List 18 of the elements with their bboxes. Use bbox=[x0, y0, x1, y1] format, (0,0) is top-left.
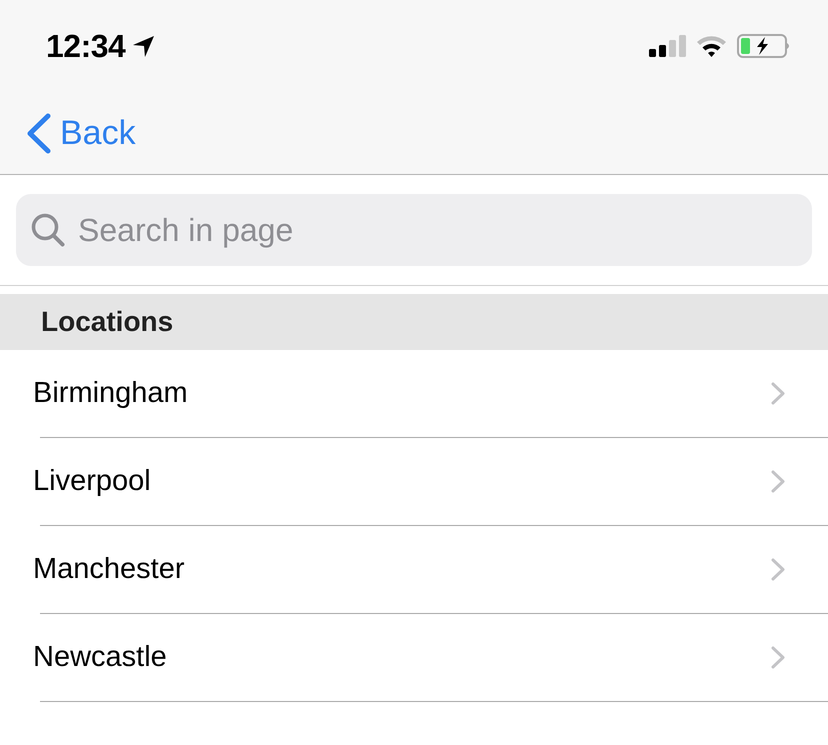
chevron-right-icon bbox=[771, 382, 785, 405]
signal-icon bbox=[649, 35, 686, 57]
status-time: 12:34 bbox=[46, 30, 126, 62]
list-item[interactable]: Manchester bbox=[0, 526, 828, 613]
chevron-right-icon bbox=[771, 470, 785, 493]
section-header: Locations bbox=[0, 294, 828, 350]
search-field[interactable]: Search in page bbox=[16, 194, 812, 266]
list-item[interactable]: Liverpool bbox=[0, 438, 828, 525]
list-item[interactable]: Birmingham bbox=[0, 350, 828, 437]
wifi-icon bbox=[696, 35, 727, 57]
location-arrow-icon bbox=[133, 36, 154, 56]
list-item[interactable]: Newcastle bbox=[0, 614, 828, 701]
chevron-right-icon bbox=[771, 646, 785, 669]
search-icon bbox=[31, 213, 65, 247]
chevron-left-icon bbox=[26, 112, 51, 154]
battery-icon bbox=[737, 34, 791, 58]
chevron-right-icon bbox=[771, 558, 785, 581]
back-button[interactable]: Back bbox=[26, 112, 136, 154]
